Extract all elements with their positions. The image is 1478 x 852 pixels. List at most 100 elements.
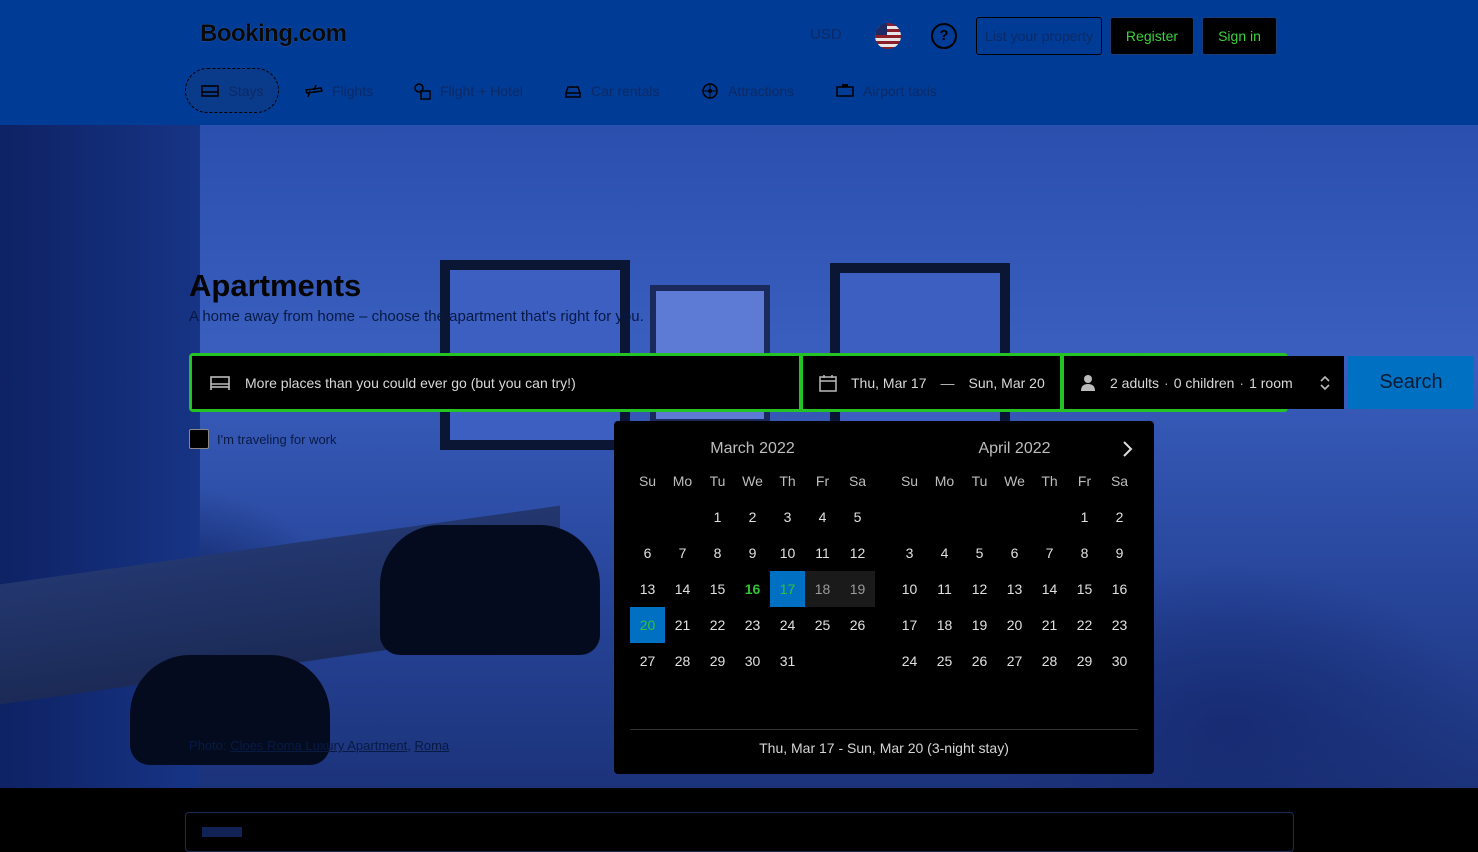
- calendar-day[interactable]: 14: [665, 571, 700, 607]
- calendar-day[interactable]: 10: [892, 571, 927, 607]
- calendar-day[interactable]: 17: [770, 571, 805, 607]
- photo-credit-prefix: Photo:: [189, 738, 231, 753]
- calendar-day[interactable]: 28: [1032, 643, 1067, 679]
- calendar-day[interactable]: 19: [962, 607, 997, 643]
- calendar-day-empty: 0: [805, 643, 840, 679]
- calendar-day[interactable]: 16: [1102, 571, 1137, 607]
- calendar-day[interactable]: 11: [805, 535, 840, 571]
- calendar-day[interactable]: 13: [630, 571, 665, 607]
- nav-tab-flights[interactable]: Flights: [304, 68, 373, 113]
- calendar-day[interactable]: 20: [997, 607, 1032, 643]
- rooms-count: 1 room: [1249, 374, 1293, 391]
- work-travel-option[interactable]: I'm traveling for work: [189, 429, 337, 449]
- calendar-day-empty: 0: [997, 499, 1032, 535]
- calendar-day[interactable]: 23: [735, 607, 770, 643]
- nav-tab-stays[interactable]: Stays: [185, 68, 279, 113]
- help-icon[interactable]: ?: [931, 23, 957, 49]
- dates-field[interactable]: Thu, Mar 17 — Sun, Mar 20: [803, 356, 1060, 409]
- register-button[interactable]: Register: [1110, 17, 1194, 55]
- calendar-day[interactable]: 13: [997, 571, 1032, 607]
- calendar-day[interactable]: 15: [700, 571, 735, 607]
- calendar-day[interactable]: 19: [840, 571, 875, 607]
- list-property-button[interactable]: List your property: [976, 17, 1102, 55]
- next-month-chevron-icon[interactable]: [1117, 439, 1137, 459]
- calendar-day[interactable]: 25: [805, 607, 840, 643]
- calendar-day[interactable]: 30: [1102, 643, 1137, 679]
- calendar-day[interactable]: 16: [735, 571, 770, 607]
- photo-credit-property-link[interactable]: Cloes Roma Luxury Apartment: [230, 738, 407, 753]
- calendar-day[interactable]: 27: [630, 643, 665, 679]
- calendar-day-empty: 0: [665, 499, 700, 535]
- nav-tab-car-rentals[interactable]: Car rentals: [563, 68, 659, 113]
- destination-field[interactable]: More places than you could ever go (but …: [192, 356, 799, 409]
- calendar-day[interactable]: 18: [805, 571, 840, 607]
- calendar-month-march: March 2022 Su Mo Tu We Th Fr Sa 00123456…: [630, 435, 875, 679]
- calendar-week-row: 3456789: [892, 535, 1137, 571]
- booking-logo[interactable]: Booking.com: [200, 20, 347, 48]
- calendar-day[interactable]: 21: [665, 607, 700, 643]
- calendar-day[interactable]: 10: [770, 535, 805, 571]
- calendar-day[interactable]: 9: [1102, 535, 1137, 571]
- weekday-label: Fr: [815, 473, 830, 489]
- calendar-day[interactable]: 31: [770, 643, 805, 679]
- calendar-day[interactable]: 5: [840, 499, 875, 535]
- calendar-day[interactable]: 3: [770, 499, 805, 535]
- search-button[interactable]: Search: [1348, 356, 1474, 409]
- calendar-day[interactable]: 21: [1032, 607, 1067, 643]
- sign-in-button[interactable]: Sign in: [1202, 17, 1277, 55]
- calendar-day[interactable]: 27: [997, 643, 1032, 679]
- photo-credit-city-link[interactable]: Roma: [414, 738, 449, 753]
- nav-tab-attractions[interactable]: Attractions: [700, 68, 794, 113]
- calendar-day[interactable]: 4: [805, 499, 840, 535]
- calendar-day[interactable]: 8: [700, 535, 735, 571]
- calendar-day[interactable]: 29: [1067, 643, 1102, 679]
- destination-input[interactable]: More places than you could ever go (but …: [245, 375, 576, 391]
- weekday-label: Th: [779, 473, 796, 489]
- calendar-day[interactable]: 1: [700, 499, 735, 535]
- calendar-day[interactable]: 20: [630, 607, 665, 643]
- calendar-day[interactable]: 17: [892, 607, 927, 643]
- us-flag-icon[interactable]: [875, 23, 901, 49]
- calendar-day[interactable]: 26: [962, 643, 997, 679]
- calendar-day[interactable]: 22: [700, 607, 735, 643]
- calendar-day[interactable]: 5: [962, 535, 997, 571]
- calendar-day[interactable]: 26: [840, 607, 875, 643]
- content-card: [185, 812, 1294, 852]
- calendar-day[interactable]: 2: [1102, 499, 1137, 535]
- month-grid: 0000012345678910111213141516171819202122…: [892, 499, 1137, 679]
- calendar-day[interactable]: 30: [735, 643, 770, 679]
- calendar-day[interactable]: 24: [892, 643, 927, 679]
- calendar-day[interactable]: 29: [700, 643, 735, 679]
- calendar-day[interactable]: 22: [1067, 607, 1102, 643]
- calendar-day[interactable]: 15: [1067, 571, 1102, 607]
- flight-hotel-icon: [414, 82, 431, 100]
- calendar-day[interactable]: 24: [770, 607, 805, 643]
- nav-tab-airport-taxis[interactable]: Airport taxis: [835, 68, 937, 113]
- checkout-date[interactable]: Sun, Mar 20: [968, 375, 1044, 391]
- calendar-day[interactable]: 7: [665, 535, 700, 571]
- work-travel-label: I'm traveling for work: [217, 431, 337, 447]
- nav-tab-flight-hotel[interactable]: Flight + Hotel: [412, 68, 523, 113]
- calendar-day[interactable]: 3: [892, 535, 927, 571]
- calendar-day[interactable]: 18: [927, 607, 962, 643]
- currency-selector[interactable]: USD: [810, 26, 842, 43]
- calendar-day[interactable]: 12: [962, 571, 997, 607]
- attractions-icon: [702, 82, 718, 99]
- calendar-day[interactable]: 28: [665, 643, 700, 679]
- calendar-day[interactable]: 25: [927, 643, 962, 679]
- work-travel-checkbox[interactable]: [189, 429, 209, 449]
- calendar-day[interactable]: 2: [735, 499, 770, 535]
- calendar-day[interactable]: 4: [927, 535, 962, 571]
- calendar-day[interactable]: 6: [630, 535, 665, 571]
- calendar-day[interactable]: 8: [1067, 535, 1102, 571]
- calendar-day[interactable]: 7: [1032, 535, 1067, 571]
- calendar-day[interactable]: 23: [1102, 607, 1137, 643]
- checkin-date[interactable]: Thu, Mar 17: [851, 375, 926, 391]
- calendar-day[interactable]: 9: [735, 535, 770, 571]
- calendar-day[interactable]: 1: [1067, 499, 1102, 535]
- calendar-day[interactable]: 6: [997, 535, 1032, 571]
- guests-field[interactable]: 2 adults · 0 children · 1 room: [1064, 356, 1344, 409]
- calendar-day[interactable]: 12: [840, 535, 875, 571]
- calendar-day[interactable]: 14: [1032, 571, 1067, 607]
- calendar-day[interactable]: 11: [927, 571, 962, 607]
